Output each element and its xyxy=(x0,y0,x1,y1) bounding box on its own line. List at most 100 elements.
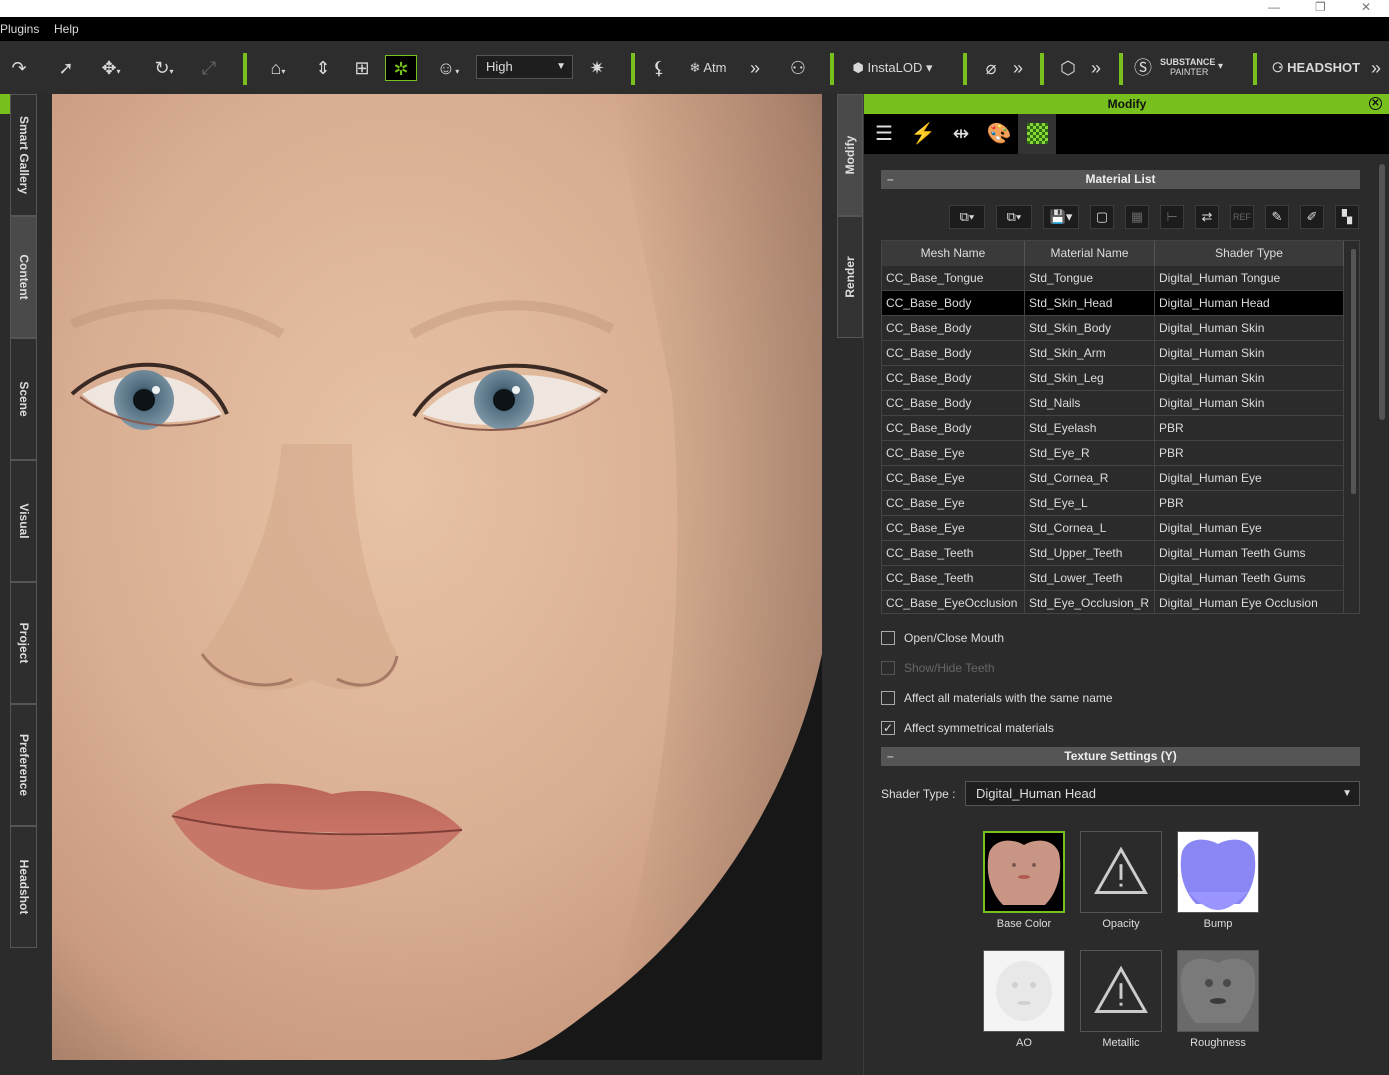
texture-slot-bump[interactable] xyxy=(1177,831,1259,913)
pick-parent-icon[interactable]: ✲ xyxy=(385,55,417,81)
rotate-icon[interactable]: ↻▾ xyxy=(145,55,183,81)
substance-painter-button[interactable]: Ⓢ SUBSTANCE PAINTER ▾ xyxy=(1134,55,1232,81)
panel-scrollbar[interactable] xyxy=(1379,164,1385,420)
tab-scene[interactable]: Scene xyxy=(10,338,37,460)
tab-material[interactable] xyxy=(1018,114,1056,154)
plugin-tool-icon[interactable]: ⌀ xyxy=(978,55,1004,81)
copy-material-button[interactable]: ⧉▾ xyxy=(949,205,985,229)
texture-slot-base-color[interactable] xyxy=(983,831,1065,913)
column-material-name[interactable]: Material Name xyxy=(1025,241,1155,266)
table-row[interactable]: CC_Base_EyeOcclusion Std_Eye_Occlusion_R D… xyxy=(882,591,1344,613)
hierarchy-icon[interactable]: ⊢ xyxy=(1160,205,1184,229)
character-icon[interactable]: ⚇ xyxy=(785,55,811,81)
restore-icon[interactable]: ❐ xyxy=(1315,0,1326,14)
material-list-header[interactable]: – Material List xyxy=(881,170,1360,189)
table-row[interactable]: CC_Base_Body Std_Skin_Body Digital_Human S… xyxy=(882,316,1344,341)
texture-settings-header[interactable]: – Texture Settings (Y) xyxy=(881,747,1360,766)
shader-type-select[interactable]: Digital_Human Head ▼ xyxy=(965,781,1360,806)
move-icon[interactable]: ✥▾ xyxy=(92,55,130,81)
tab-motion[interactable]: ⚡ xyxy=(904,114,942,154)
texture-slot-metallic[interactable] xyxy=(1080,950,1162,1032)
tab-render[interactable]: Render xyxy=(837,216,863,338)
cube-plugin-icon[interactable]: ⬡ xyxy=(1055,55,1081,81)
ao-thumbnail xyxy=(996,961,1052,1021)
menu-help[interactable]: Help xyxy=(54,22,79,36)
tab-smart-gallery[interactable]: Smart Gallery xyxy=(10,94,37,216)
texture-slot-ao[interactable] xyxy=(983,950,1065,1032)
headshot-button[interactable]: ⚆ HEADSHOT xyxy=(1268,55,1364,81)
table-row[interactable]: CC_Base_Eye Std_Cornea_L Digital_Human Eye xyxy=(882,516,1344,541)
checkbox-box[interactable] xyxy=(881,631,895,645)
home-camera-icon[interactable]: ⌂▾ xyxy=(258,55,298,81)
expression-icon[interactable]: ☺▾ xyxy=(428,55,468,81)
more-chevron-icon[interactable]: » xyxy=(1366,55,1386,81)
more-chevron-icon[interactable]: » xyxy=(1085,55,1107,81)
checkbox-box[interactable] xyxy=(881,691,895,705)
tab-preference[interactable]: Preference xyxy=(10,704,37,826)
collapse-icon: – xyxy=(887,749,894,763)
minimize-icon[interactable]: — xyxy=(1268,0,1280,14)
table-header: Mesh Name Material Name Shader Type xyxy=(882,241,1344,266)
save-material-button[interactable]: 💾▾ xyxy=(1043,205,1079,229)
more-chevron-icon[interactable]: » xyxy=(744,55,766,81)
column-shader-type[interactable]: Shader Type xyxy=(1155,241,1344,266)
paste-material-button[interactable]: ⧉▾ xyxy=(996,205,1032,229)
tab-appearance[interactable]: 🎨 xyxy=(980,114,1018,154)
chevron-down-icon: ▼ xyxy=(556,61,566,72)
texture-slot-roughness[interactable] xyxy=(1177,950,1259,1032)
checkbox-label: Show/Hide Teeth xyxy=(904,661,995,675)
cell-mesh-name: CC_Base_EyeOcclusion xyxy=(882,591,1025,613)
scale-icon[interactable]: ⤢ xyxy=(196,55,222,81)
tab-headshot[interactable]: Headshot xyxy=(10,826,37,948)
ref-icon[interactable]: REF xyxy=(1230,205,1254,229)
tab-modify[interactable]: Modify xyxy=(837,94,863,216)
swap-icon[interactable]: ⇄ xyxy=(1195,205,1219,229)
close-panel-icon[interactable]: ✕ xyxy=(1369,97,1382,110)
table-row[interactable]: CC_Base_Teeth Std_Lower_Teeth Digital_Huma… xyxy=(882,566,1344,591)
table-row[interactable]: CC_Base_Body Std_Eyelash PBR xyxy=(882,416,1344,441)
table-row[interactable]: CC_Base_Body Std_Skin_Arm Digital_Human Sk… xyxy=(882,341,1344,366)
collapse-icon: – xyxy=(887,172,894,186)
close-window-icon[interactable]: ✕ xyxy=(1361,0,1371,14)
column-mesh-name[interactable]: Mesh Name xyxy=(882,241,1025,266)
pose-icon[interactable]: ⚸ xyxy=(646,55,672,81)
table-row[interactable]: CC_Base_Body Std_Skin_Leg Digital_Human Sk… xyxy=(882,366,1344,391)
more-chevron-icon[interactable]: » xyxy=(1007,55,1029,81)
light-icon[interactable]: ✷ xyxy=(584,55,610,81)
quality-select[interactable]: High ▼ xyxy=(476,55,573,79)
table-row[interactable]: CC_Base_Eye Std_Eye_R PBR xyxy=(882,441,1344,466)
tab-visual[interactable]: Visual xyxy=(10,460,37,582)
cell-material-name: Std_Cornea_R xyxy=(1025,466,1155,491)
cell-shader-type: Digital_Human Skin xyxy=(1155,366,1344,391)
table-row[interactable]: CC_Base_Body Std_Skin_Head Digital_Human H… xyxy=(882,291,1344,316)
3d-viewport[interactable] xyxy=(52,94,822,1060)
tab-project[interactable]: Project xyxy=(10,582,37,704)
table-row[interactable]: CC_Base_Body Std_Nails Digital_Human Skin xyxy=(882,391,1344,416)
paint-bucket-icon[interactable]: ✐ xyxy=(1300,205,1324,229)
frame-selected-icon[interactable]: ⊞ xyxy=(349,55,375,81)
roughness-thumbnail xyxy=(1180,958,1256,1023)
material-slot-icon[interactable]: ▦ xyxy=(1125,205,1149,229)
redo-icon[interactable]: ↷ xyxy=(6,55,32,81)
cell-mesh-name: CC_Base_Eye xyxy=(882,466,1025,491)
table-row[interactable]: CC_Base_Eye Std_Cornea_R Digital_Human Eye xyxy=(882,466,1344,491)
table-scrollbar[interactable] xyxy=(1351,249,1356,494)
atmosphere-button[interactable]: ❄ Atm xyxy=(682,55,734,81)
texture-slot-opacity[interactable] xyxy=(1080,831,1162,913)
tab-morph[interactable]: ⇹ xyxy=(942,114,980,154)
new-material-icon[interactable]: ▢ xyxy=(1090,205,1114,229)
fit-vertical-icon[interactable]: ⇕ xyxy=(310,55,336,81)
checkmark-icon[interactable]: ✓ xyxy=(881,721,895,735)
menu-plugins[interactable]: Plugins xyxy=(0,22,39,36)
cell-material-name: Std_Skin_Leg xyxy=(1025,366,1155,391)
table-row[interactable]: CC_Base_Tongue Std_Tongue Digital_Human To… xyxy=(882,266,1344,291)
tab-content[interactable]: Content xyxy=(10,216,37,338)
instalod-button[interactable]: ⬢ InstaLOD ▾ xyxy=(845,55,940,81)
eyedropper-icon[interactable]: ✎ xyxy=(1265,205,1289,229)
table-row[interactable]: CC_Base_Teeth Std_Upper_Teeth Digital_Huma… xyxy=(882,541,1344,566)
checker-icon[interactable]: ▚ xyxy=(1335,205,1359,229)
select-arrow-icon[interactable]: ➚ xyxy=(53,55,79,81)
chevron-down-icon: ▼ xyxy=(1342,788,1352,799)
table-row[interactable]: CC_Base_Eye Std_Eye_L PBR xyxy=(882,491,1344,516)
tab-attribute-sliders[interactable]: ☰ xyxy=(865,114,903,154)
